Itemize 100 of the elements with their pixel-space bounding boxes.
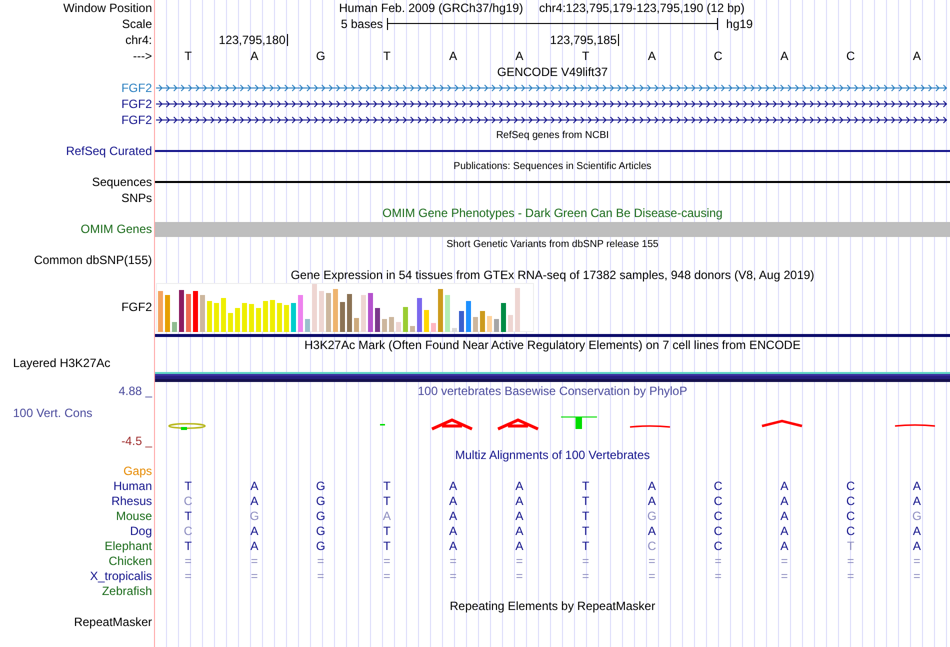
base-letter: A bbox=[514, 50, 524, 62]
track-label: 100 Vert. Cons bbox=[13, 407, 92, 419]
alignment-base: = bbox=[714, 570, 723, 582]
alignment-base: = bbox=[184, 570, 193, 582]
alignment-base: A bbox=[249, 540, 260, 552]
alignment-base: T bbox=[382, 480, 392, 492]
alignment-base: A bbox=[912, 540, 922, 552]
alignment-base: T bbox=[580, 510, 590, 522]
alignment-base: A bbox=[912, 494, 922, 506]
alignment-base: = bbox=[846, 554, 856, 566]
track-label: Mouse bbox=[116, 510, 152, 522]
scale-label: 5 bases bbox=[340, 18, 384, 30]
alignment-base: = bbox=[714, 554, 723, 566]
alignment-base: G bbox=[646, 510, 658, 522]
track-label: Dog bbox=[130, 524, 152, 536]
alignment-base: A bbox=[448, 494, 458, 506]
alignment-base: = bbox=[514, 570, 524, 582]
track-title: Short Genetic Variants from dbSNP release 155 bbox=[446, 240, 658, 250]
track-label: ---> bbox=[133, 50, 152, 62]
alignment-base: G bbox=[314, 480, 326, 492]
alignment-base: T bbox=[183, 480, 193, 492]
track-title: H3K27Ac Mark (Often Found Near Active Regulatory Elements) on 7 cell lines from ENCODE bbox=[304, 339, 801, 351]
alignment-base: A bbox=[249, 480, 260, 492]
alignment-base: A bbox=[779, 480, 790, 492]
base-letter: T bbox=[382, 50, 392, 62]
alignment-base: T bbox=[183, 510, 193, 522]
alignment-base: = bbox=[316, 554, 326, 566]
track-title: Publications: Sequences in Scientific Articles bbox=[454, 162, 652, 172]
base-letter: A bbox=[912, 50, 922, 62]
alignment-base: T bbox=[382, 540, 392, 552]
alignment-base: T bbox=[580, 524, 590, 536]
alignment-base: C bbox=[712, 494, 724, 506]
track-title: OMIM Gene Phenotypes - Dark Green Can Be Disease-causing bbox=[382, 207, 723, 219]
alignment-base: = bbox=[647, 570, 656, 582]
coordinate-label: 123,795,180 bbox=[218, 34, 288, 46]
alignment-base: C bbox=[712, 524, 724, 536]
alignment-base: = bbox=[647, 554, 656, 566]
alignment-base: = bbox=[448, 570, 458, 582]
alignment-base: C bbox=[845, 524, 856, 536]
track-label: RefSeq Curated bbox=[66, 145, 152, 157]
alignment-base: T bbox=[580, 494, 590, 506]
track-label: Zebrafish bbox=[102, 584, 152, 596]
track-label: OMIM Genes bbox=[80, 223, 152, 235]
coordinate-label: 123,795,185 bbox=[550, 34, 619, 46]
alignment-base: C bbox=[712, 480, 724, 492]
base-letter: C bbox=[845, 50, 856, 62]
alignment-base: G bbox=[314, 494, 326, 506]
alignment-base: C bbox=[712, 540, 724, 552]
alignment-base: A bbox=[448, 480, 458, 492]
track-label: Layered H3K27Ac bbox=[13, 357, 110, 369]
alignment-base: A bbox=[514, 510, 524, 522]
alignment-base: A bbox=[646, 480, 657, 492]
alignment-base: = bbox=[316, 570, 326, 582]
base-letter: T bbox=[183, 50, 193, 62]
alignment-base: C bbox=[182, 494, 194, 506]
alignment-base: A bbox=[779, 494, 790, 506]
alignment-base: A bbox=[514, 494, 524, 506]
track-label: X_tropicalis bbox=[90, 570, 152, 582]
browser-title: Human Feb. 2009 (GRCh37/hg19) bbox=[339, 2, 524, 14]
alignment-base: A bbox=[779, 540, 790, 552]
alignment-base: = bbox=[250, 570, 259, 582]
alignment-base: T bbox=[580, 480, 590, 492]
alignment-base: C bbox=[845, 510, 856, 522]
track-label: Scale bbox=[122, 18, 152, 30]
track-label: FGF2 bbox=[121, 82, 152, 94]
alignment-base: = bbox=[780, 554, 789, 566]
alignment-base: = bbox=[184, 554, 193, 566]
alignment-base: T bbox=[183, 540, 193, 552]
track-title: Repeating Elements by RepeatMasker bbox=[450, 600, 656, 612]
track-label: chr4: bbox=[125, 34, 152, 46]
track-label: FGF2 bbox=[121, 98, 152, 110]
axis-label: 4.88 _ bbox=[118, 385, 152, 397]
alignment-base: A bbox=[779, 510, 790, 522]
track-label: Rhesus bbox=[111, 494, 152, 506]
alignment-base: C bbox=[182, 524, 194, 536]
alignment-base: A bbox=[448, 540, 458, 552]
alignment-base: C bbox=[646, 540, 658, 552]
alignment-base: A bbox=[514, 524, 524, 536]
alignment-base: A bbox=[249, 494, 260, 506]
axis-label: -4.5 _ bbox=[121, 435, 152, 447]
alignment-base: G bbox=[314, 524, 326, 536]
assembly-label: hg19 bbox=[726, 18, 753, 30]
alignment-base: = bbox=[448, 554, 458, 566]
alignment-base: = bbox=[382, 570, 392, 582]
alignment-base: = bbox=[514, 554, 524, 566]
alignment-base: G bbox=[314, 510, 326, 522]
alignment-base: T bbox=[580, 540, 590, 552]
base-letter: A bbox=[448, 50, 458, 62]
base-letter: T bbox=[580, 50, 590, 62]
track-label: RepeatMasker bbox=[74, 616, 152, 628]
alignment-base: A bbox=[912, 524, 922, 536]
alignment-base: = bbox=[250, 554, 259, 566]
track-title: GENCODE V49lift37 bbox=[497, 66, 608, 78]
alignment-base: = bbox=[780, 570, 789, 582]
alignment-base: = bbox=[912, 570, 922, 582]
track-title: Multiz Alignments of 100 Vertebrates bbox=[455, 449, 650, 461]
alignment-base: = bbox=[581, 570, 590, 582]
alignment-base: A bbox=[646, 524, 657, 536]
alignment-base: = bbox=[846, 570, 856, 582]
track-title: Gene Expression in 54 tissues from GTEx RNA-seq of 17382 samples, 948 donors (V8, Aug 2019) bbox=[290, 269, 814, 281]
